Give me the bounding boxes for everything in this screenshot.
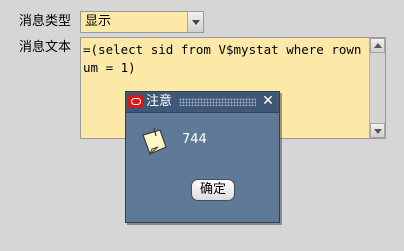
dialog-title: 注意 xyxy=(146,94,173,109)
titlebar-grip[interactable] xyxy=(179,98,256,106)
note-icon xyxy=(142,127,167,155)
message-text-scrollbar[interactable] xyxy=(369,38,385,138)
close-icon[interactable]: ✕ xyxy=(261,94,275,108)
message-type-label: 消息类型 xyxy=(19,14,72,29)
alert-dialog: 注意 ✕ 744 确定 xyxy=(125,91,280,223)
scroll-down-icon[interactable] xyxy=(370,123,385,138)
ok-button[interactable]: 确定 xyxy=(191,179,235,201)
chevron-down-icon[interactable] xyxy=(187,12,203,32)
message-type-select[interactable]: 显示 xyxy=(80,11,204,33)
oracle-icon xyxy=(128,95,144,108)
message-text-label: 消息文本 xyxy=(19,40,72,55)
message-type-value: 显示 xyxy=(85,14,112,29)
dialog-message: 744 xyxy=(182,132,207,147)
message-text-value: =(select sid from V$mystat where rownum … xyxy=(83,42,362,75)
dialog-titlebar[interactable]: 注意 ✕ xyxy=(126,92,279,113)
scroll-up-icon[interactable] xyxy=(370,38,385,53)
